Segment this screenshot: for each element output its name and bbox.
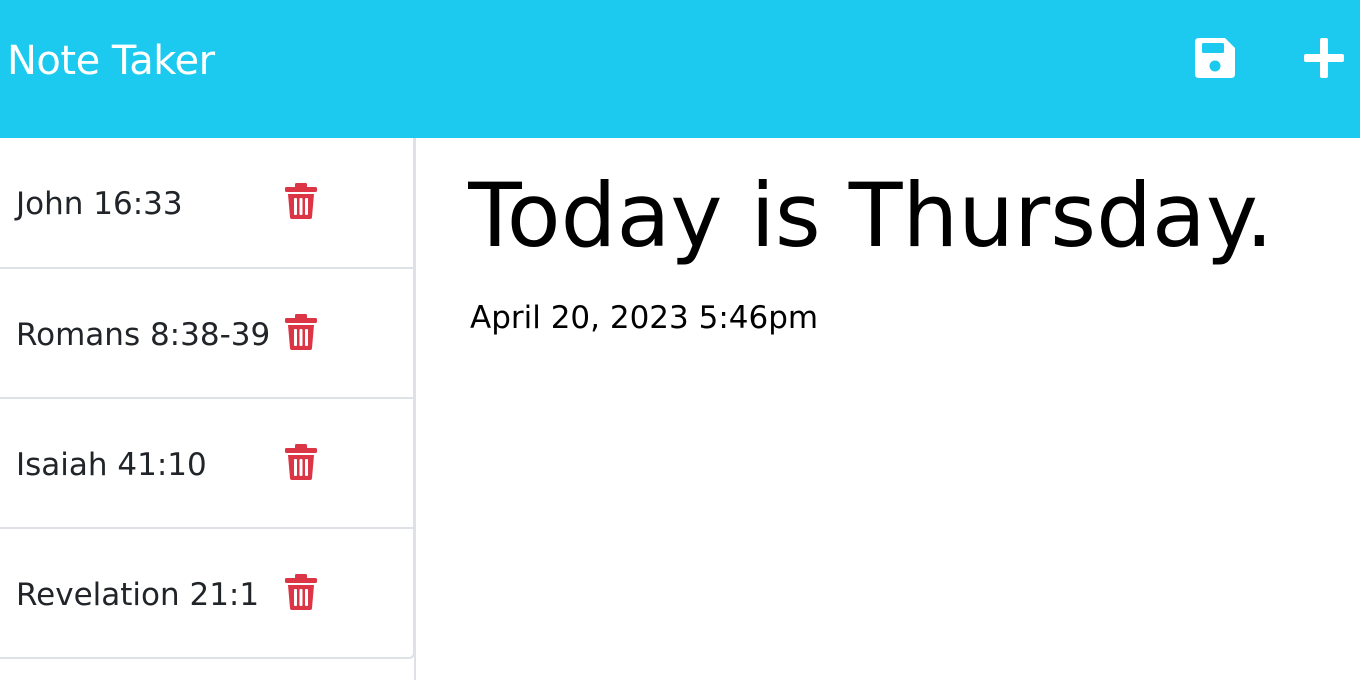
plus-icon[interactable] [1300, 34, 1348, 82]
list-item[interactable]: John 16:33 [0, 138, 413, 267]
top-navbar: Note Taker [0, 0, 1360, 138]
notes-sidebar: John 16:33 Romans 8:38-39 Isaiah 41:10 R… [0, 138, 415, 680]
note-title[interactable]: Revelation 21:1 [16, 577, 259, 613]
app-title[interactable]: Note Taker [7, 38, 215, 84]
note-list: John 16:33 Romans 8:38-39 Isaiah 41:10 R… [0, 138, 415, 659]
note-title[interactable]: John 16:33 [16, 186, 183, 222]
note-text-area[interactable]: April 20, 2023 5:46pm [470, 298, 1330, 598]
list-item[interactable]: Revelation 21:1 [0, 527, 413, 657]
list-item[interactable]: Romans 8:38-39 [0, 267, 413, 397]
trash-icon[interactable] [284, 313, 318, 351]
trash-icon[interactable] [284, 443, 318, 481]
save-icon[interactable] [1191, 34, 1239, 82]
column-divider [414, 138, 416, 680]
trash-icon[interactable] [284, 573, 318, 611]
note-title[interactable]: Romans 8:38-39 [16, 317, 270, 353]
note-title-input[interactable] [468, 160, 1328, 272]
note-title[interactable]: Isaiah 41:10 [16, 447, 207, 483]
list-item[interactable]: Isaiah 41:10 [0, 397, 413, 527]
trash-icon[interactable] [284, 182, 318, 220]
